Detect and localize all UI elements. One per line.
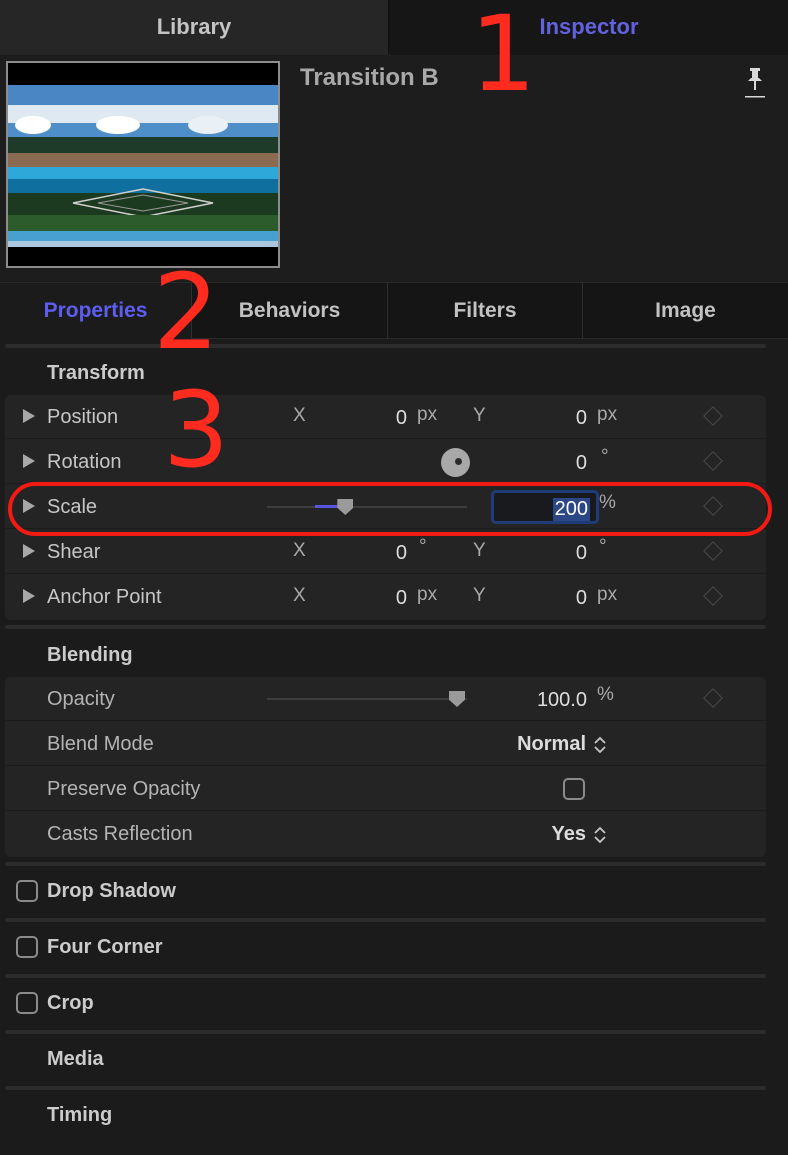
annotation-number-2: 2 [153, 251, 220, 373]
rotation-dial[interactable] [441, 448, 470, 477]
disclosure-triangle-icon[interactable] [23, 454, 35, 468]
keyframe-diamond-icon[interactable] [703, 451, 723, 471]
divider [5, 1030, 766, 1034]
disclosure-triangle-icon[interactable] [23, 589, 35, 603]
anchor-point-label: Anchor Point [47, 586, 162, 608]
tab-filters[interactable]: Filters [388, 283, 583, 339]
updown-chevron-icon[interactable] [593, 824, 607, 846]
opacity-row: Opacity 100.0 % [5, 677, 766, 721]
opacity-value[interactable]: 100.0 [507, 689, 587, 712]
rotation-value[interactable]: 0 [507, 452, 587, 475]
keyframe-diamond-icon[interactable] [703, 586, 723, 606]
keyframe-diamond-icon[interactable] [703, 406, 723, 426]
annotation-number-3: 3 [163, 369, 230, 491]
preserve-opacity-checkbox[interactable] [563, 778, 585, 800]
keyframe-diamond-icon[interactable] [703, 541, 723, 561]
drop-shadow-checkbox[interactable] [16, 880, 38, 902]
crop-checkbox[interactable] [16, 992, 38, 1014]
rotation-label: Rotation [47, 451, 122, 473]
position-y-axis-label: Y [473, 405, 486, 426]
inspector-tab-bar: Properties Behaviors Filters Image [0, 283, 788, 339]
anchor-point-row: Anchor Point X 0 px Y 0 px [5, 575, 766, 619]
tab-behaviors[interactable]: Behaviors [192, 283, 388, 339]
blending-section-title: Blending [47, 644, 133, 666]
rotation-unit: ° [601, 446, 609, 467]
tab-library[interactable]: Library [0, 0, 389, 55]
media-section-title[interactable]: Media [47, 1048, 104, 1071]
updown-chevron-icon[interactable] [593, 734, 607, 756]
top-tab-bar: Library Inspector [0, 0, 788, 55]
blend-mode-popup[interactable]: Normal [517, 733, 586, 756]
drop-shadow-section-title[interactable]: Drop Shadow [47, 880, 176, 903]
blend-mode-row: Blend Mode Normal [5, 722, 766, 766]
shear-row: Shear X 0 ° Y 0 ° [5, 530, 766, 574]
position-y-unit: px [597, 404, 618, 425]
casts-reflection-label: Casts Reflection [47, 823, 193, 845]
anchor-x-value[interactable]: 0 [327, 587, 407, 610]
anchor-y-unit: px [597, 584, 618, 605]
disclosure-triangle-icon[interactable] [23, 544, 35, 558]
divider [5, 974, 766, 978]
tab-inspector[interactable]: Inspector [390, 0, 788, 55]
preview-thumbnail [6, 61, 280, 268]
disclosure-triangle-icon[interactable] [23, 409, 35, 423]
pin-icon[interactable] [744, 66, 766, 100]
transform-section-title: Transform [47, 362, 145, 384]
position-x-value[interactable]: 0 [327, 407, 407, 430]
position-x-axis-label: X [293, 405, 306, 426]
shear-y-value[interactable]: 0 [507, 542, 587, 565]
clip-title: Transition B [300, 64, 439, 91]
shear-label: Shear [47, 541, 101, 563]
divider [5, 918, 766, 922]
tab-image[interactable]: Image [583, 283, 788, 339]
rotation-row: Rotation 0 ° [5, 440, 766, 484]
shear-x-unit: ° [419, 536, 427, 557]
shear-y-unit: ° [599, 536, 607, 557]
timing-section-title[interactable]: Timing [47, 1104, 112, 1127]
position-label: Position [47, 406, 119, 428]
divider [5, 625, 766, 629]
preserve-opacity-label: Preserve Opacity [47, 778, 201, 800]
keyframe-diamond-icon[interactable] [703, 688, 723, 708]
anchor-y-value[interactable]: 0 [507, 587, 587, 610]
shear-x-axis-label: X [293, 540, 306, 561]
crop-section-title[interactable]: Crop [47, 992, 94, 1015]
casts-reflection-popup[interactable]: Yes [552, 823, 586, 846]
position-row: Position X 0 px Y 0 px [5, 395, 766, 439]
blending-group: Opacity 100.0 % Blend Mode Normal Preser… [5, 677, 766, 857]
opacity-slider-track[interactable] [267, 698, 467, 700]
opacity-label: Opacity [47, 688, 115, 710]
casts-reflection-row: Casts Reflection Yes [5, 812, 766, 856]
annotation-highlight-oval [8, 482, 772, 536]
annotation-number-1: 1 [470, 0, 537, 115]
divider [5, 344, 766, 348]
divider [5, 862, 766, 866]
opacity-slider-thumb[interactable] [449, 691, 465, 707]
four-corner-checkbox[interactable] [16, 936, 38, 958]
opacity-unit: % [597, 684, 614, 705]
anchor-x-axis-label: X [293, 585, 306, 606]
anchor-x-unit: px [417, 584, 438, 605]
anchor-y-axis-label: Y [473, 585, 486, 606]
preserve-opacity-row: Preserve Opacity [5, 767, 766, 811]
divider [5, 1086, 766, 1090]
position-x-unit: px [417, 404, 438, 425]
shear-y-axis-label: Y [473, 540, 486, 561]
four-corner-section-title[interactable]: Four Corner [47, 936, 163, 959]
position-y-value[interactable]: 0 [507, 407, 587, 430]
blend-mode-label: Blend Mode [47, 733, 154, 755]
shear-x-value[interactable]: 0 [327, 542, 407, 565]
